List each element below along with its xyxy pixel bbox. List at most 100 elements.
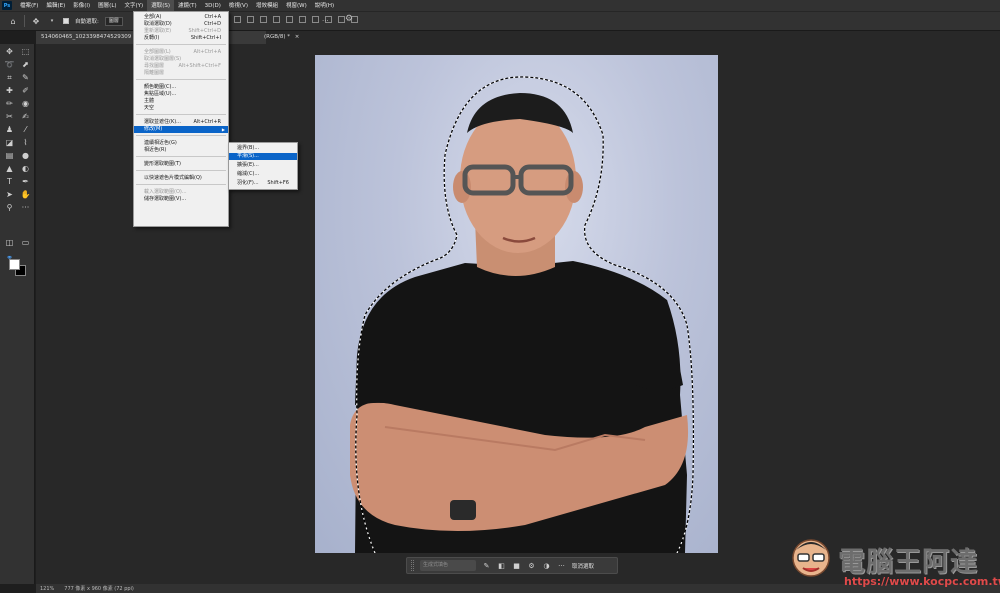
- history-brush-icon[interactable]: ✍: [20, 111, 31, 122]
- more-icon[interactable]: ···: [557, 562, 566, 570]
- pen-tool-icon[interactable]: ✒: [20, 176, 31, 187]
- menu-item-label: 擴張(E)...: [237, 162, 259, 168]
- menu-file[interactable]: 檔案(F): [16, 0, 42, 12]
- submenu-item-contract[interactable]: 縮減(C)...: [229, 171, 297, 178]
- modify-selection-icon[interactable]: ✎: [482, 562, 491, 570]
- gradient-tool-icon[interactable]: ▤: [4, 150, 15, 161]
- distribute-bottom-icon[interactable]: [338, 16, 345, 23]
- tools-panel: ✥ ⬚ ➰ ⬈ ⌗ ✎ ✚ ✐ ✏ ◉ ✂ ✍ ♟ ⁄ ◪ ⌇ ▤ ● ▲ ◐ …: [0, 44, 35, 584]
- menu-item-sky[interactable]: 天空: [134, 105, 228, 112]
- eraser-tool-icon[interactable]: ◪: [4, 137, 15, 148]
- auto-select-dropdown[interactable]: 圖層: [104, 16, 123, 26]
- foreground-color-swatch[interactable]: [9, 259, 20, 270]
- menu-item-inverse[interactable]: 反轉(I) Shift+Ctrl+I: [134, 35, 228, 42]
- move-tool-icon[interactable]: ✥: [4, 46, 15, 57]
- align-top-icon[interactable]: [247, 16, 254, 23]
- menu-item-quick-mask[interactable]: 以快速遮色片模式編輯(Q): [134, 175, 228, 182]
- menu-item-modify[interactable]: 修改(M) ▶: [134, 126, 228, 133]
- lasso-tool-icon[interactable]: ➰: [4, 59, 15, 70]
- more-tools-icon[interactable]: ···: [20, 202, 31, 213]
- menu-item-find-layers[interactable]: 尋找圖層 Alt+Shift+Ctrl+F: [134, 63, 228, 70]
- submenu-item-smooth[interactable]: 平滑(S)...: [229, 153, 297, 160]
- menu-edit[interactable]: 編輯(E): [42, 0, 69, 12]
- heal-brush-icon[interactable]: ✐: [20, 85, 31, 96]
- clone-stamp-icon[interactable]: ♟: [4, 124, 15, 135]
- menu-item-deselect[interactable]: 取消選取(D) Ctrl+D: [134, 21, 228, 28]
- mixer-brush-icon[interactable]: ⌇: [20, 137, 31, 148]
- menu-item-all-layers[interactable]: 全部圖層(L) Alt+Ctrl+A: [134, 49, 228, 56]
- menu-item-save-selection[interactable]: 儲存選取範圍(V)...: [134, 196, 228, 203]
- pattern-stamp-icon[interactable]: ◉: [20, 98, 31, 109]
- submenu-item-expand[interactable]: 擴張(E)...: [229, 162, 297, 169]
- menu-type[interactable]: 文字(Y): [121, 0, 148, 12]
- marquee-tool-icon[interactable]: ⬚: [20, 46, 31, 57]
- generative-fill-button[interactable]: 生成式填色: [420, 560, 476, 571]
- distribute-center-icon[interactable]: [299, 16, 306, 23]
- distribute-right-icon[interactable]: [312, 16, 319, 23]
- sharpen-tool-icon[interactable]: ▲: [4, 163, 15, 174]
- type-tool-icon[interactable]: T: [4, 176, 15, 187]
- object-select-icon[interactable]: ⬈: [20, 59, 31, 70]
- menu-plugins[interactable]: 增效模組: [252, 0, 282, 12]
- fill-tool-icon[interactable]: ✂: [4, 111, 15, 122]
- menu-separator: [136, 170, 226, 171]
- mask-icon[interactable]: ■: [512, 562, 521, 570]
- gear-icon[interactable]: ⚙: [345, 14, 353, 24]
- menu-item-reselect[interactable]: 重新選取(E) Shift+Ctrl+D: [134, 28, 228, 35]
- auto-select-checkbox[interactable]: [63, 18, 69, 24]
- home-icon[interactable]: ⌂: [8, 16, 18, 26]
- menu-item-similar[interactable]: 相近色(R): [134, 147, 228, 154]
- menu-item-transform-selection[interactable]: 變形選取範圍(T): [134, 161, 228, 168]
- menu-window[interactable]: 視窗(W): [282, 0, 311, 12]
- menu-item-color-range[interactable]: 顏色範圍(C)...: [134, 84, 228, 91]
- submenu-item-border[interactable]: 邊界(B)...: [229, 145, 297, 152]
- art-brush-icon[interactable]: ⁄: [20, 124, 31, 135]
- menu-3d[interactable]: 3D(D): [201, 0, 225, 12]
- menu-help[interactable]: 說明(H): [311, 0, 338, 12]
- brush-tool-icon[interactable]: ✏: [4, 98, 15, 109]
- crop-tool-icon[interactable]: ⌗: [4, 72, 15, 83]
- transform-icon[interactable]: ⚙: [527, 562, 536, 570]
- zoom-level[interactable]: 121%: [40, 586, 54, 592]
- menu-item-subject[interactable]: 主體: [134, 98, 228, 105]
- fill-icon[interactable]: ◑: [542, 562, 551, 570]
- watermark-title: 電腦王阿達: [838, 547, 978, 578]
- quick-mask-icon[interactable]: ◫: [4, 237, 15, 248]
- align-bottom-icon[interactable]: [273, 16, 280, 23]
- menu-item-select-and-mask[interactable]: 選取並遮住(K)... Alt+Ctrl+R: [134, 119, 228, 126]
- distribute-left-icon[interactable]: [286, 16, 293, 23]
- align-middle-icon[interactable]: [260, 16, 267, 23]
- menu-item-deselect-layers[interactable]: 取消選取圖層(S): [134, 56, 228, 63]
- menu-filter[interactable]: 濾鏡(T): [174, 0, 201, 12]
- align-right-icon[interactable]: [234, 16, 241, 23]
- path-select-icon[interactable]: ➤: [4, 189, 15, 200]
- move-icon[interactable]: ✥: [31, 16, 41, 26]
- menu-item-grow[interactable]: 連續相近色(G): [134, 140, 228, 147]
- menu-select[interactable]: 選取(S): [147, 0, 174, 12]
- drag-handle[interactable]: [411, 560, 414, 571]
- menu-item-all[interactable]: 全部(A) Ctrl+A: [134, 14, 228, 21]
- deselect-button[interactable]: 取消選取: [572, 562, 594, 570]
- menu-image[interactable]: 影像(I): [69, 0, 94, 12]
- separator: [24, 15, 25, 27]
- invert-selection-icon[interactable]: ◧: [497, 562, 506, 570]
- menu-view[interactable]: 檢視(V): [225, 0, 252, 12]
- menu-item-load-selection[interactable]: 載入選取範圍(O)...: [134, 189, 228, 196]
- chevron-down-icon[interactable]: ▾: [47, 16, 57, 26]
- zoom-tool-icon[interactable]: ⚲: [4, 202, 15, 213]
- close-tab-icon[interactable]: ×: [295, 34, 300, 40]
- more-options-icon[interactable]: ···: [322, 17, 329, 25]
- menu-item-label: 羽化(F)...: [237, 180, 259, 186]
- spot-heal-icon[interactable]: ✚: [4, 85, 15, 96]
- submenu-item-feather[interactable]: 羽化(F)... Shift+F6: [229, 180, 297, 187]
- dodge-tool-icon[interactable]: ◐: [20, 163, 31, 174]
- hand-tool-icon[interactable]: ✋: [20, 189, 31, 200]
- menu-item-isolate-layers[interactable]: 隔離圖層: [134, 70, 228, 77]
- menu-item-focus-area[interactable]: 焦點區域(U)...: [134, 91, 228, 98]
- eyedropper-tool-icon[interactable]: ✎: [20, 72, 31, 83]
- blur-tool-icon[interactable]: ●: [20, 150, 31, 161]
- menu-layer[interactable]: 圖層(L): [94, 0, 120, 12]
- screen-mode-icon[interactable]: ▭: [20, 237, 31, 248]
- menu-item-label: 天空: [144, 105, 155, 111]
- document-photo[interactable]: [315, 55, 718, 553]
